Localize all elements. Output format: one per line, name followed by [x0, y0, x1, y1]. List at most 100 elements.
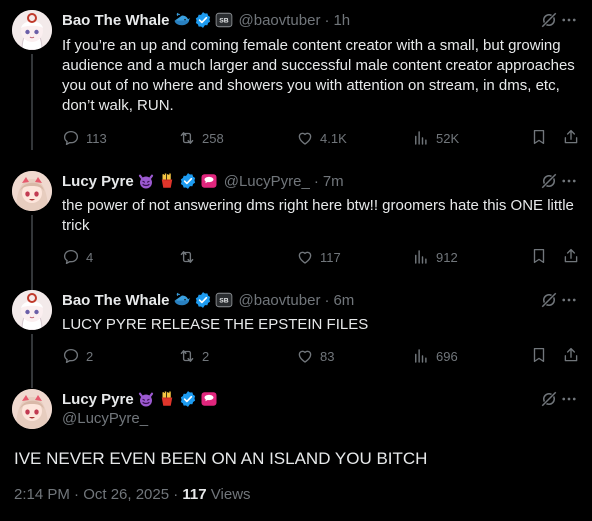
subscriber-badge-icon[interactable]	[215, 291, 233, 309]
thread-line	[31, 215, 33, 291]
bookmark-icon	[530, 247, 548, 265]
tweet-2[interactable]: Lucy Pyre @LucyPyre_ · 7m the power of n…	[0, 171, 592, 291]
bookmark-button[interactable]	[530, 247, 550, 267]
separator-dot: ·	[313, 172, 319, 190]
share-button[interactable]	[562, 247, 582, 267]
repost-icon	[178, 347, 196, 365]
views-icon	[412, 347, 430, 365]
author-handle[interactable]: @baovtuber	[239, 292, 321, 309]
fries-emoji-icon	[158, 390, 176, 408]
avatar[interactable]	[12, 10, 52, 50]
tweet-metadata: 2:14 PM · Oct 26, 2025 · 117 Views	[14, 486, 251, 503]
like-icon	[296, 347, 314, 365]
thread-line	[31, 334, 33, 388]
bookmark-button[interactable]	[530, 128, 550, 148]
author-name[interactable]: Bao The Whale	[62, 12, 170, 29]
repost-count: 258	[202, 130, 224, 146]
smiling-devil-emoji-icon	[137, 390, 155, 408]
reply-button[interactable]: 2	[62, 346, 93, 366]
views-count: 52K	[436, 130, 460, 146]
repost-button[interactable]	[178, 247, 202, 267]
grok-icon[interactable]	[540, 11, 558, 29]
like-count: 83	[320, 348, 335, 364]
repost-button[interactable]: 2	[178, 346, 209, 366]
views-count: 912	[436, 249, 458, 265]
bookmark-icon	[530, 346, 548, 364]
reply-count: 4	[86, 249, 94, 265]
affiliate-badge-icon[interactable]	[200, 172, 218, 190]
tweet-3[interactable]: Bao The Whale @baovtuber · 6m LUCY PYRE …	[0, 290, 592, 388]
verified-badge-icon[interactable]	[194, 291, 212, 309]
fries-emoji-icon	[158, 172, 176, 190]
avatar[interactable]	[12, 171, 52, 211]
more-icon[interactable]	[560, 390, 578, 408]
like-button[interactable]: 83	[296, 346, 334, 366]
tweet-text: the power of not answering dms right her…	[62, 197, 574, 234]
tweet-time[interactable]: 7m	[323, 173, 344, 190]
bookmark-button[interactable]	[530, 346, 550, 366]
views-icon	[412, 129, 430, 147]
views-button[interactable]: 696	[412, 346, 458, 366]
whale-emoji-icon	[173, 291, 191, 309]
whale-emoji-icon	[173, 11, 191, 29]
like-count: 117	[320, 249, 341, 265]
share-button[interactable]	[562, 128, 582, 148]
author-name[interactable]: Bao The Whale	[62, 292, 170, 309]
share-button[interactable]	[562, 346, 582, 366]
views-button[interactable]: 912	[412, 247, 458, 267]
grok-icon[interactable]	[540, 291, 558, 309]
more-icon[interactable]	[560, 172, 578, 190]
verified-badge-icon[interactable]	[179, 172, 197, 190]
author-handle[interactable]: @baovtuber	[239, 12, 321, 29]
tweet-text: LUCY PYRE RELEASE THE EPSTEIN FILES	[62, 316, 369, 333]
like-button[interactable]: 117	[296, 247, 341, 267]
reply-icon	[62, 129, 80, 147]
reply-count: 2	[86, 348, 94, 364]
author-handle[interactable]: @LucyPyre_	[62, 410, 148, 427]
views-count: 696	[436, 348, 458, 364]
share-icon	[562, 247, 580, 265]
repost-button[interactable]: 258	[178, 128, 224, 148]
like-icon	[296, 129, 314, 147]
share-icon	[562, 128, 580, 146]
views-count: 117	[182, 486, 207, 503]
views-icon	[412, 248, 430, 266]
action-bar: 113 258 4.1K 52K	[62, 128, 582, 148]
avatar[interactable]	[12, 389, 52, 429]
verified-badge-icon[interactable]	[194, 11, 212, 29]
repost-count: 2	[202, 348, 210, 364]
like-button[interactable]: 4.1K	[296, 128, 347, 148]
avatar[interactable]	[12, 290, 52, 330]
reply-count: 113	[86, 130, 107, 146]
tweet-1[interactable]: Bao The Whale @baovtuber · 1h If you’re …	[0, 10, 592, 150]
more-icon[interactable]	[560, 291, 578, 309]
tweet-time[interactable]: 1h	[333, 12, 350, 29]
author-name[interactable]: Lucy Pyre	[62, 391, 134, 408]
like-count: 4.1K	[320, 130, 347, 146]
more-icon[interactable]	[560, 11, 578, 29]
reply-button[interactable]: 113	[62, 128, 107, 148]
verified-badge-icon[interactable]	[179, 390, 197, 408]
action-bar: 2 2 83 696	[62, 346, 582, 366]
repost-icon	[178, 248, 196, 266]
reply-button[interactable]: 4	[62, 247, 93, 267]
grok-icon[interactable]	[540, 390, 558, 408]
separator-dot: ·	[324, 11, 330, 29]
bookmark-icon	[530, 128, 548, 146]
affiliate-badge-icon[interactable]	[200, 390, 218, 408]
reply-icon	[62, 347, 80, 365]
subscriber-badge-icon[interactable]	[215, 11, 233, 29]
reply-icon	[62, 248, 80, 266]
timestamp[interactable]: 2:14 PM · Oct 26, 2025 ·	[14, 486, 182, 503]
author-handle[interactable]: @LucyPyre_	[224, 173, 310, 190]
tweet-time[interactable]: 6m	[333, 292, 354, 309]
action-bar: 4 117 912	[62, 247, 582, 267]
tweet-text: If you’re an up and coming female conten…	[62, 37, 575, 114]
author-name[interactable]: Lucy Pyre	[62, 173, 134, 190]
grok-icon[interactable]	[540, 172, 558, 190]
thread-line	[31, 54, 33, 150]
like-icon	[296, 248, 314, 266]
smiling-devil-emoji-icon	[137, 172, 155, 190]
main-tweet-text: IVE NEVER EVEN BEEN ON AN ISLAND YOU BIT…	[14, 449, 428, 468]
views-button[interactable]: 52K	[412, 128, 459, 148]
